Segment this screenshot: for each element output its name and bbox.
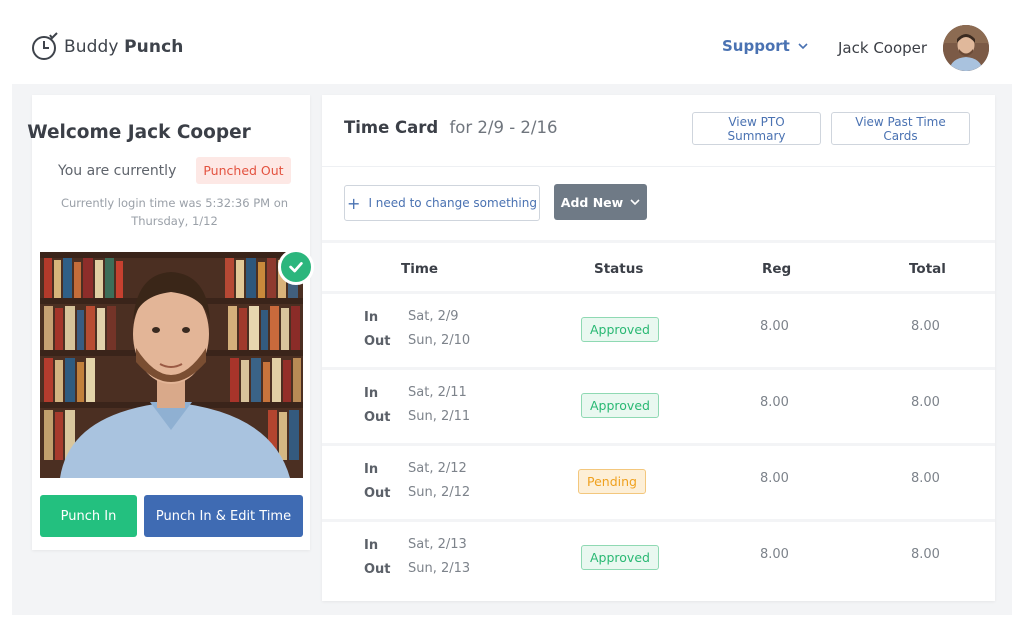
table-row[interactable]: In Out Sat, 2/12 Sun, 2/12 Pending 8.00 … xyxy=(322,446,995,519)
support-menu[interactable]: Support xyxy=(722,37,808,55)
punch-status-line: You are currently Punched Out xyxy=(58,157,291,184)
status-badge: Approved xyxy=(581,393,659,418)
employee-photo-image xyxy=(40,252,303,478)
app-header: Buddy Punch Support Jack Cooper xyxy=(0,0,1024,84)
punch-in-date: Sat, 2/11 xyxy=(408,385,467,400)
column-header-time[interactable]: Time xyxy=(401,261,438,277)
reg-hours: 8.00 xyxy=(760,319,789,334)
in-label: In xyxy=(364,462,379,477)
avatar[interactable] xyxy=(943,25,989,71)
add-new-label: Add New xyxy=(560,194,624,210)
in-label: In xyxy=(364,310,379,325)
out-label: Out xyxy=(364,410,391,425)
column-header-status[interactable]: Status xyxy=(594,261,643,277)
punch-out-date: Sun, 2/11 xyxy=(408,409,471,424)
request-change-label: I need to change something xyxy=(368,196,537,210)
view-pto-summary-button[interactable]: View PTO Summary xyxy=(692,112,821,145)
punch-in-date: Sat, 2/9 xyxy=(408,309,459,324)
table-row[interactable]: In Out Sat, 2/9 Sun, 2/10 Approved 8.00 … xyxy=(322,294,995,367)
chevron-down-icon xyxy=(630,199,640,206)
logo-text-light: Buddy xyxy=(64,37,119,57)
support-label: Support xyxy=(722,37,790,55)
out-label: Out xyxy=(364,562,391,577)
status-badge: Approved xyxy=(581,317,659,342)
time-card-range: for 2/9 - 2/16 xyxy=(449,118,558,137)
reg-hours: 8.00 xyxy=(760,395,789,410)
table-row[interactable]: In Out Sat, 2/13 Sun, 2/13 Approved 8.00… xyxy=(322,522,995,595)
column-header-total[interactable]: Total xyxy=(909,261,946,277)
total-hours: 8.00 xyxy=(911,395,940,410)
check-circle-icon xyxy=(278,249,314,285)
view-past-time-cards-button[interactable]: View Past Time Cards xyxy=(831,112,970,145)
punch-in-button[interactable]: Punch In xyxy=(40,495,137,537)
request-change-button[interactable]: + I need to change something xyxy=(344,185,540,221)
time-card-heading: Time Card xyxy=(344,118,439,137)
login-time-line-2: Thursday, 1/12 xyxy=(131,214,218,228)
user-name[interactable]: Jack Cooper xyxy=(838,39,927,57)
punch-in-edit-time-button[interactable]: Punch In & Edit Time xyxy=(144,495,303,537)
plus-icon: + xyxy=(347,193,361,213)
in-label: In xyxy=(364,538,379,553)
reg-hours: 8.00 xyxy=(760,547,789,562)
status-badge: Pending xyxy=(578,469,646,494)
total-hours: 8.00 xyxy=(911,471,940,486)
login-time-text: Currently login time was 5:32:36 PM on T… xyxy=(52,194,297,230)
logo-text: Buddy Punch xyxy=(64,37,183,57)
employee-photo xyxy=(40,252,303,478)
status-prefix: You are currently xyxy=(58,162,177,179)
reg-hours: 8.00 xyxy=(760,471,789,486)
add-new-button[interactable]: Add New xyxy=(554,184,647,220)
punched-out-badge: Punched Out xyxy=(196,157,291,184)
punch-in-date: Sat, 2/12 xyxy=(408,461,467,476)
logo-text-bold: Punch xyxy=(124,37,184,57)
column-header-reg[interactable]: Reg xyxy=(762,261,791,277)
status-badge: Approved xyxy=(581,545,659,570)
chevron-down-icon xyxy=(798,43,808,50)
total-hours: 8.00 xyxy=(911,319,940,334)
punch-out-date: Sun, 2/10 xyxy=(408,333,471,348)
login-time-line-1: Currently login time was 5:32:36 PM on xyxy=(60,196,289,210)
in-label: In xyxy=(364,386,379,401)
divider xyxy=(322,166,995,167)
punch-out-date: Sun, 2/13 xyxy=(408,561,471,576)
avatar-image xyxy=(943,25,989,71)
clock-check-icon xyxy=(32,32,58,60)
welcome-heading: Welcome Jack Cooper xyxy=(27,122,251,143)
punch-out-date: Sun, 2/12 xyxy=(408,485,471,500)
divider xyxy=(322,240,995,243)
out-label: Out xyxy=(364,334,391,349)
total-hours: 8.00 xyxy=(911,547,940,562)
logo[interactable]: Buddy Punch xyxy=(30,32,183,62)
time-card-title: Time Card for 2/9 - 2/16 xyxy=(344,118,557,137)
table-row[interactable]: In Out Sat, 2/11 Sun, 2/11 Approved 8.00… xyxy=(322,370,995,443)
out-label: Out xyxy=(364,486,391,501)
punch-in-date: Sat, 2/13 xyxy=(408,537,467,552)
